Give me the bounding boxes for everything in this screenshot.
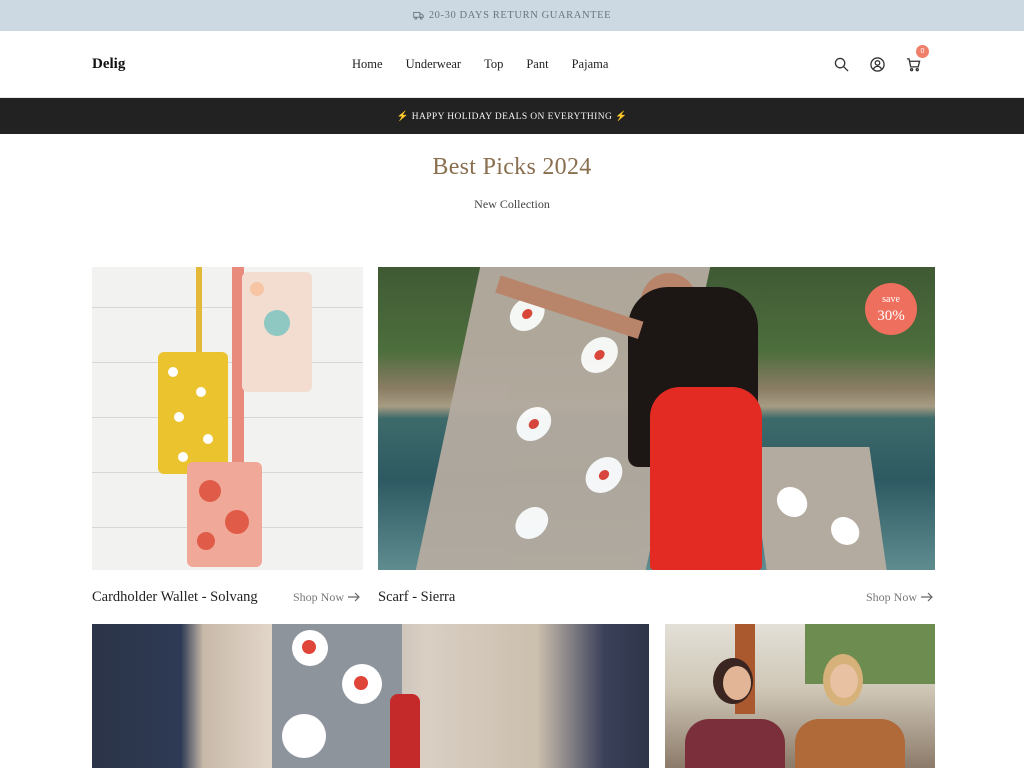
truck-icon [413,11,424,20]
cart-count-badge: 0 [916,45,929,58]
product-card-scarf[interactable]: save 30% [378,267,935,570]
product-image-wallet[interactable] [92,267,363,570]
main-nav: Home Underwear Top Pant Pajama [352,57,631,72]
save-badge: save 30% [865,283,917,335]
announcement-text: 20-30 DAYS RETURN GUARANTEE [428,10,612,21]
search-button[interactable] [833,56,849,72]
search-icon [834,57,849,72]
product-image-scarf[interactable]: save 30% [378,267,935,570]
user-icon [869,56,885,72]
shop-now-link[interactable]: Shop Now [293,590,360,605]
product-image-bottom-left[interactable] [92,624,649,768]
cart-icon [906,57,920,71]
promo-bar: ⚡ HAPPY HOLIDAY DEALS ON EVERYTHING ⚡ [0,98,1024,134]
section-title: Best Picks 2024 [432,154,592,180]
product-image-bottom-right[interactable] [665,624,935,768]
shop-now-link[interactable]: Shop Now [866,590,933,605]
arrow-right-icon [348,592,360,602]
product-caption-scarf: Scarf - Sierra Shop Now [378,587,933,607]
site-header: Delig Home Underwear Top Pant Pajama 0 [0,31,1024,98]
nav-underwear[interactable]: Underwear [406,57,462,72]
product-title[interactable]: Scarf - Sierra [378,589,455,606]
announcement-bar: 20-30 DAYS RETURN GUARANTEE [0,0,1024,31]
section-heading: Best Picks 2024 New Collection [0,154,1024,212]
save-badge-value: 30% [877,307,905,324]
product-card-wallet[interactable] [92,267,363,570]
nav-pant[interactable]: Pant [526,57,548,72]
cart-button[interactable]: 0 [905,45,929,72]
product-title[interactable]: Cardholder Wallet - Solvang [92,589,258,606]
header-icons: 0 [833,45,929,72]
nav-pajama[interactable]: Pajama [572,57,609,72]
product-caption-wallet: Cardholder Wallet - Solvang Shop Now [92,587,360,607]
shop-now-label: Shop Now [292,589,344,604]
logo[interactable]: Delig [92,56,125,73]
section-subtitle: New Collection [474,197,550,211]
shop-now-label: Shop Now [865,589,917,604]
account-button[interactable] [869,56,885,72]
arrow-right-icon [921,592,933,602]
nav-top[interactable]: Top [484,57,503,72]
nav-home[interactable]: Home [352,57,383,72]
save-badge-label: save [882,293,900,305]
